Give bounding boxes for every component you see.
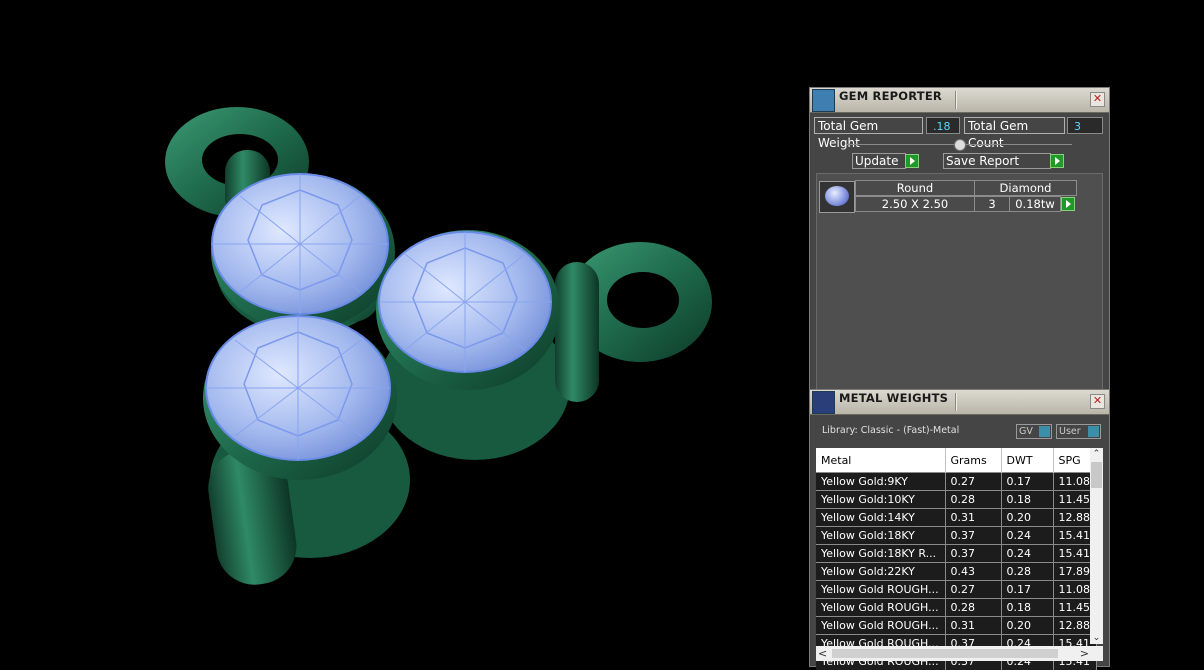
round-gem-icon <box>825 186 849 206</box>
slider-handle[interactable] <box>954 139 966 151</box>
vertical-scrollbar[interactable]: ⌃ ⌄ <box>1090 448 1103 644</box>
metal-cell: Yellow Gold:9KY <box>816 473 945 491</box>
dwt-cell: 0.17 <box>1001 581 1053 599</box>
table-row[interactable]: Yellow Gold:22KY0.430.2817.89 <box>816 563 1096 581</box>
dwt-cell: 0.24 <box>1001 527 1053 545</box>
save-report-go-icon[interactable] <box>1050 154 1064 168</box>
grams-cell: 0.37 <box>945 545 1001 563</box>
library-label: Library: Classic - (Fast)-Metal <box>822 425 959 436</box>
metal-cell: Yellow Gold:10KY <box>816 491 945 509</box>
metal-cell: Yellow Gold:22KY <box>816 563 945 581</box>
title-separator <box>955 91 957 109</box>
user-indicator-icon <box>1088 426 1099 437</box>
column-header-dwt[interactable]: DWT <box>1001 448 1053 473</box>
gem-stone-bottom-left <box>206 316 390 460</box>
update-go-icon[interactable] <box>905 154 919 168</box>
3d-viewport[interactable] <box>0 0 800 667</box>
gem-shape: Round <box>855 180 975 196</box>
metal-cell: Yellow Gold:18KY R... <box>816 545 945 563</box>
scroll-thumb[interactable] <box>1091 462 1102 488</box>
user-toggle[interactable]: User <box>1056 424 1101 439</box>
table-row[interactable]: Yellow Gold ROUGH...0.280.1811.45 <box>816 599 1096 617</box>
gem-stone-top-left <box>212 174 388 314</box>
update-button[interactable]: Update <box>852 153 906 169</box>
metal-weights-titlebar[interactable]: METAL WEIGHTS ✕ <box>810 390 1109 415</box>
dwt-cell: 0.24 <box>1001 545 1053 563</box>
scroll-down-icon[interactable]: ⌄ <box>1090 632 1103 644</box>
metal-cell: Yellow Gold ROUGH... <box>816 599 945 617</box>
metal-cell: Yellow Gold:14KY <box>816 509 945 527</box>
table-row[interactable]: Yellow Gold:18KY R...0.370.2415.41 <box>816 545 1096 563</box>
gem-reporter-panel: GEM REPORTER ✕ Total Gem Weight .18 Tota… <box>809 87 1110 394</box>
dwt-cell: 0.20 <box>1001 509 1053 527</box>
table-row[interactable]: Yellow Gold ROUGH...0.310.2012.88 <box>816 617 1096 635</box>
gv-toggle[interactable]: GV <box>1016 424 1052 439</box>
gem-go-icon[interactable] <box>1061 197 1075 211</box>
title-separator <box>955 393 957 411</box>
h-scroll-thumb[interactable] <box>832 649 1058 658</box>
table-row[interactable]: Yellow Gold:10KY0.280.1811.45 <box>816 491 1096 509</box>
column-header-metal[interactable]: Metal <box>816 448 945 473</box>
gem-material: Diamond <box>974 180 1077 196</box>
dwt-cell: 0.18 <box>1001 599 1053 617</box>
gem-count: 3 <box>974 196 1010 212</box>
table-row[interactable]: Yellow Gold:9KY0.270.1711.08 <box>816 473 1096 491</box>
metal-weights-panel: METAL WEIGHTS ✕ Library: Classic - (Fast… <box>809 389 1110 667</box>
pendant-model <box>0 0 800 667</box>
gv-label: GV <box>1019 426 1033 437</box>
scroll-up-icon[interactable]: ⌃ <box>1090 448 1103 460</box>
save-report-button[interactable]: Save Report <box>943 153 1051 169</box>
metal-cell: Yellow Gold:18KY <box>816 527 945 545</box>
grams-cell: 0.27 <box>945 473 1001 491</box>
metal-cell: Yellow Gold ROUGH... <box>816 581 945 599</box>
size-slider[interactable] <box>846 144 1072 145</box>
user-label: User <box>1059 426 1081 437</box>
column-header-grams[interactable]: Grams <box>945 448 1001 473</box>
metal-weights-icon <box>812 391 835 414</box>
dwt-cell: 0.17 <box>1001 473 1053 491</box>
table-body: Yellow Gold:9KY0.270.1711.08Yellow Gold:… <box>816 473 1096 670</box>
gem-reporter-titlebar[interactable]: GEM REPORTER ✕ <box>810 88 1109 113</box>
metal-weights-table: Metal Grams DWT SPG Yellow Gold:9KY0.270… <box>816 448 1097 670</box>
gem-stone-right <box>379 232 551 372</box>
dwt-cell: 0.20 <box>1001 617 1053 635</box>
grams-cell: 0.28 <box>945 599 1001 617</box>
total-gem-weight-value: .18 <box>926 117 960 134</box>
table-header: Metal Grams DWT SPG <box>816 448 1096 473</box>
total-gem-count-value: 3 <box>1067 117 1103 134</box>
grams-cell: 0.37 <box>945 527 1001 545</box>
horizontal-scrollbar[interactable]: < > <box>816 646 1103 661</box>
grams-cell: 0.28 <box>945 491 1001 509</box>
grams-cell: 0.31 <box>945 509 1001 527</box>
gem-reporter-title: GEM REPORTER <box>839 89 942 103</box>
gv-indicator-icon <box>1039 426 1050 437</box>
close-icon[interactable]: ✕ <box>1090 394 1105 409</box>
dwt-cell: 0.28 <box>1001 563 1053 581</box>
metal-cell: Yellow Gold ROUGH... <box>816 617 945 635</box>
gem-weight: 0.18tw <box>1009 196 1061 212</box>
close-icon[interactable]: ✕ <box>1090 92 1105 107</box>
table-row[interactable]: Yellow Gold:14KY0.310.2012.88 <box>816 509 1096 527</box>
total-gem-count-label: Total Gem Count <box>964 117 1065 134</box>
gem-size: 2.50 X 2.50 <box>855 196 975 212</box>
gem-thumbnail[interactable] <box>819 181 855 213</box>
metal-weights-title: METAL WEIGHTS <box>839 391 948 405</box>
gem-list-area: Round Diamond 2.50 X 2.50 3 0.18tw <box>816 173 1103 393</box>
grams-cell: 0.27 <box>945 581 1001 599</box>
dwt-cell: 0.18 <box>1001 491 1053 509</box>
gem-reporter-icon <box>812 89 835 112</box>
total-gem-weight-label: Total Gem Weight <box>814 117 923 134</box>
table-row[interactable]: Yellow Gold:18KY0.370.2415.41 <box>816 527 1096 545</box>
grams-cell: 0.43 <box>945 563 1001 581</box>
scroll-left-icon[interactable]: < <box>818 646 827 661</box>
table-row[interactable]: Yellow Gold ROUGH...0.270.1711.08 <box>816 581 1096 599</box>
grams-cell: 0.31 <box>945 617 1001 635</box>
scroll-right-icon[interactable]: > <box>1080 646 1089 661</box>
